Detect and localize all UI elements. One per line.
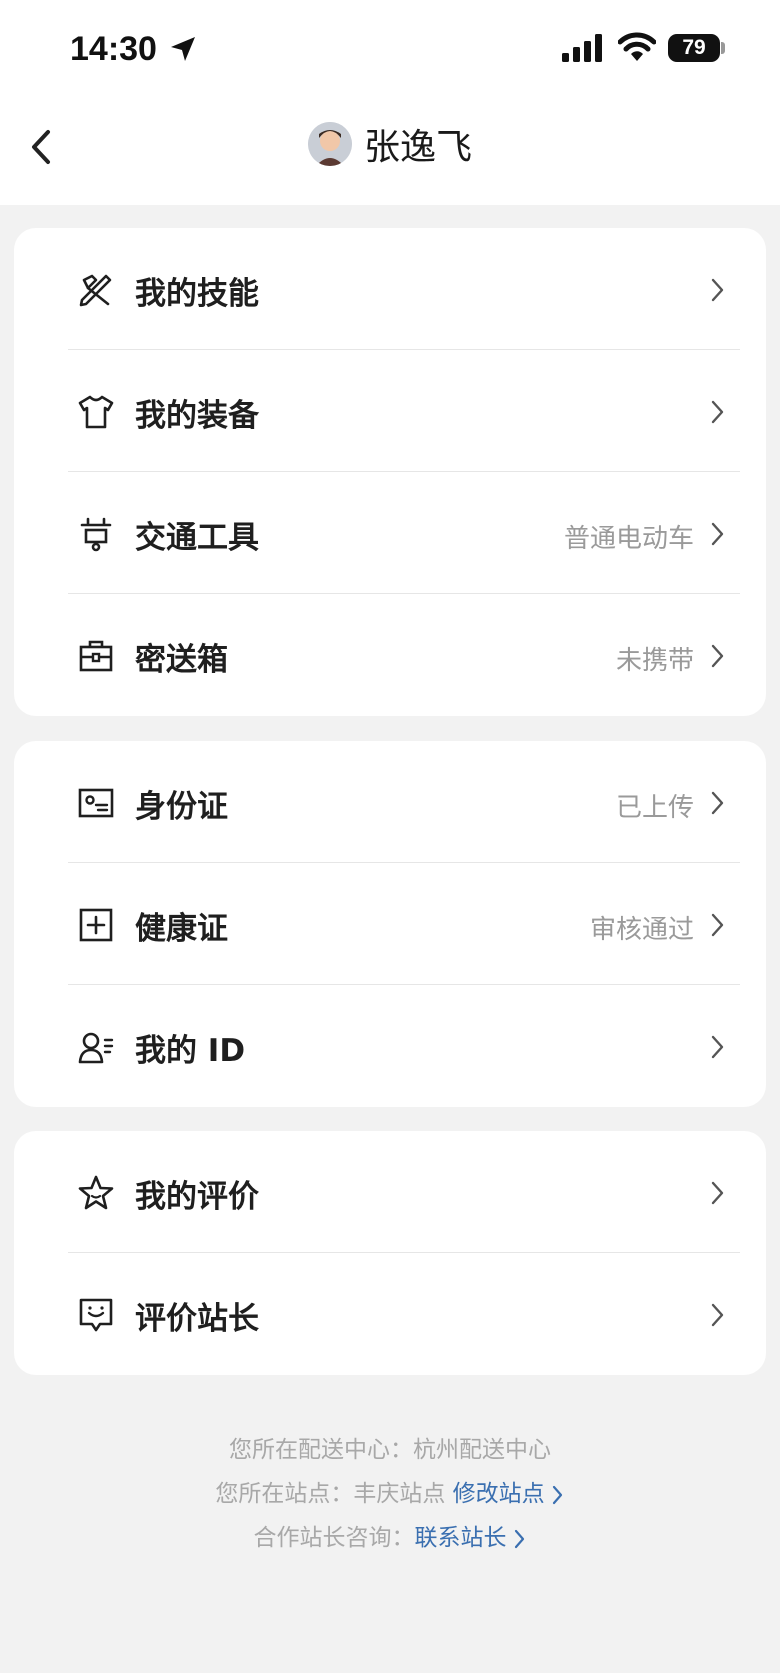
consult-label: 合作站长咨询： <box>253 1525 415 1551</box>
cellular-signal-icon <box>562 34 602 62</box>
footer-info: 您所在配送中心：杭州配送中心 您所在站点：丰庆站点 修改站点 合作站长咨询：联系… <box>0 1428 780 1560</box>
row-label: 我的 ID <box>135 1033 246 1069</box>
station-value: 丰庆站点 <box>353 1481 446 1507</box>
chevron-right-icon <box>514 1529 524 1548</box>
chevron-right-icon <box>711 644 724 668</box>
station-label: 您所在站点： <box>215 1481 354 1507</box>
row-value: 审核通过 <box>589 915 694 945</box>
star-icon <box>78 1175 114 1210</box>
contact-manager-link[interactable]: 联系站长 <box>415 1525 527 1551</box>
location-arrow-icon <box>171 37 195 61</box>
change-station-link[interactable]: 修改站点 <box>453 1481 565 1507</box>
row-label: 评价站长 <box>135 1301 259 1337</box>
header: 14:30 79 张逸飞 <box>0 0 780 205</box>
battery-indicator: 79 <box>668 34 720 62</box>
row-label: 密送箱 <box>135 642 228 678</box>
list-item-my-skills[interactable]: 我的技能 <box>54 228 740 350</box>
chevron-right-icon <box>711 791 724 815</box>
tshirt-icon <box>78 395 114 429</box>
row-label: 我的技能 <box>135 276 259 312</box>
row-value: 未携带 <box>615 646 694 676</box>
chevron-right-icon <box>711 1181 724 1205</box>
id-card-icon <box>78 788 114 818</box>
row-label: 我的装备 <box>135 398 259 434</box>
list-item-vehicle[interactable]: 交通工具 普通电动车 <box>54 472 740 594</box>
health-cert-icon <box>79 908 113 942</box>
contact-manager-link-text: 联系站长 <box>414 1525 507 1551</box>
nav-bar: 张逸飞 <box>0 110 780 185</box>
change-station-link-text: 修改站点 <box>452 1481 545 1507</box>
nav-title-group: 张逸飞 <box>0 118 780 178</box>
row-value: 普通电动车 <box>563 524 694 554</box>
list-item-id-card[interactable]: 身份证 已上传 <box>54 741 740 863</box>
list-item-health-cert[interactable]: 健康证 审核通过 <box>54 863 740 985</box>
list-item-my-ratings[interactable]: 我的评价 <box>54 1131 740 1253</box>
row-label: 健康证 <box>135 911 228 947</box>
list-item-rate-manager[interactable]: 评价站长 <box>54 1253 740 1375</box>
chevron-right-icon <box>711 278 724 302</box>
tools-icon <box>79 274 112 307</box>
list-item-my-id[interactable]: 我的 ID <box>54 985 740 1107</box>
delivery-center-value: 杭州配送中心 <box>413 1437 551 1463</box>
chevron-right-icon <box>711 1303 724 1327</box>
chevron-right-icon <box>711 1035 724 1059</box>
ratings-card: 我的评价 评价站长 <box>14 1131 766 1375</box>
feedback-icon <box>79 1298 113 1332</box>
row-label: 我的评价 <box>135 1179 259 1215</box>
row-label: 身份证 <box>135 789 228 825</box>
chevron-right-icon <box>711 400 724 424</box>
header-card-edge <box>14 180 766 204</box>
list-item-delivery-box[interactable]: 密送箱 未携带 <box>54 594 740 716</box>
status-bar: 14:30 79 <box>0 0 780 100</box>
list-item-my-equipment[interactable]: 我的装备 <box>54 350 740 472</box>
chevron-right-icon <box>711 522 724 546</box>
user-id-icon <box>78 1032 114 1064</box>
consult-line: 合作站长咨询：联系站长 <box>0 1516 780 1560</box>
chevron-right-icon <box>552 1485 562 1504</box>
battery-nub <box>721 42 725 54</box>
delivery-box-icon <box>79 640 113 672</box>
delivery-center-line: 您所在配送中心：杭州配送中心 <box>0 1428 780 1472</box>
chevron-right-icon <box>711 913 724 937</box>
delivery-center-label: 您所在配送中心： <box>229 1437 413 1463</box>
scooter-icon <box>80 517 112 552</box>
wifi-icon <box>618 32 656 61</box>
avatar-illustration-icon <box>307 122 352 166</box>
skills-equipment-card: 我的技能 我的装备 交通工具 普通电动车 密送箱 未携带 <box>14 228 766 716</box>
station-line: 您所在站点：丰庆站点 修改站点 <box>0 1472 780 1516</box>
page-title: 张逸飞 <box>363 127 472 168</box>
row-label: 交通工具 <box>135 520 259 556</box>
avatar <box>307 122 352 166</box>
certificates-card: 身份证 已上传 健康证 审核通过 我的 ID <box>14 741 766 1107</box>
row-value: 已上传 <box>615 793 694 823</box>
status-time: 14:30 <box>70 30 157 68</box>
